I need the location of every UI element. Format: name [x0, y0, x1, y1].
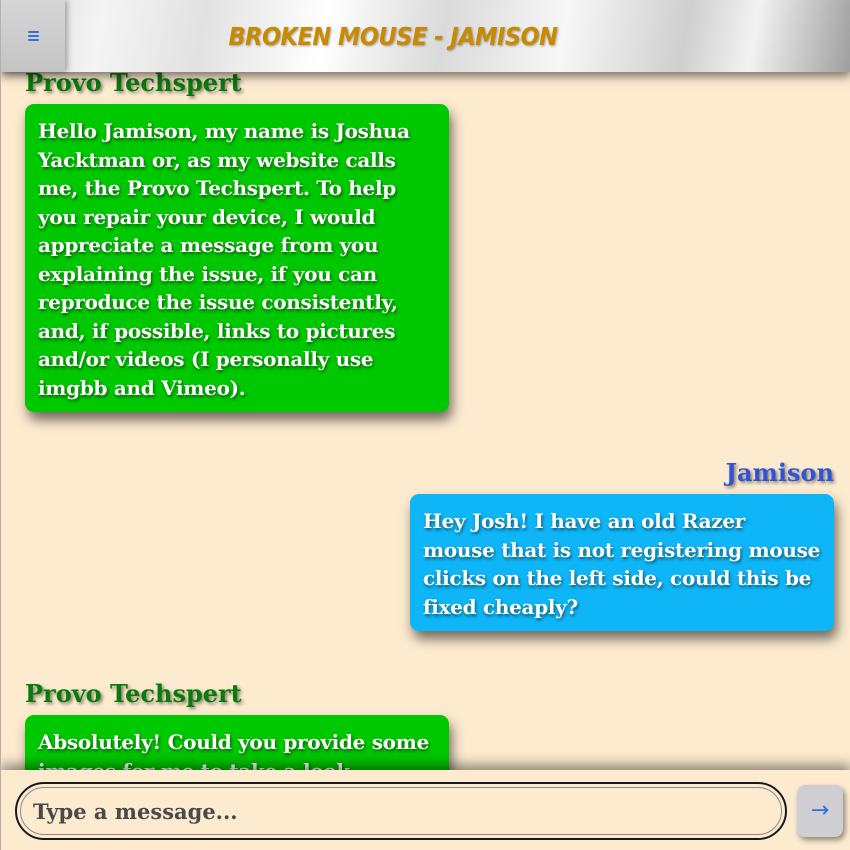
message-bubble: Hey Josh! I have an old Razer mouse that… [410, 494, 834, 631]
chat-app: Provo Techspert Hello Jamison, my name i… [0, 0, 850, 850]
composer-bar: → [1, 770, 850, 850]
message-input-frame [15, 782, 787, 840]
sender-name: Provo Techspert [25, 68, 242, 97]
message-input[interactable] [21, 788, 781, 834]
send-button[interactable]: → [797, 785, 843, 837]
page-title: BROKEN MOUSE - JAMISON [228, 21, 558, 51]
message-bubble: Hello Jamison, my name is Joshua Yacktma… [25, 104, 449, 412]
message-input-border [20, 787, 782, 835]
hamburger-menu-icon [27, 31, 39, 41]
header-bar: BROKEN MOUSE - JAMISON [1, 0, 850, 72]
arrow-right-icon: → [810, 798, 830, 823]
message-list[interactable]: Provo Techspert Hello Jamison, my name i… [1, 0, 850, 770]
message-item: Provo Techspert Absolutely! Could you pr… [25, 679, 449, 770]
sender-name: Provo Techspert [25, 679, 242, 708]
sender-name: Jamison [725, 458, 834, 487]
menu-button[interactable] [1, 0, 65, 72]
message-item: Jamison Hey Josh! I have an old Razer mo… [410, 458, 834, 631]
message-bubble: Absolutely! Could you provide some image… [25, 715, 449, 770]
message-item: Provo Techspert Hello Jamison, my name i… [25, 68, 449, 412]
